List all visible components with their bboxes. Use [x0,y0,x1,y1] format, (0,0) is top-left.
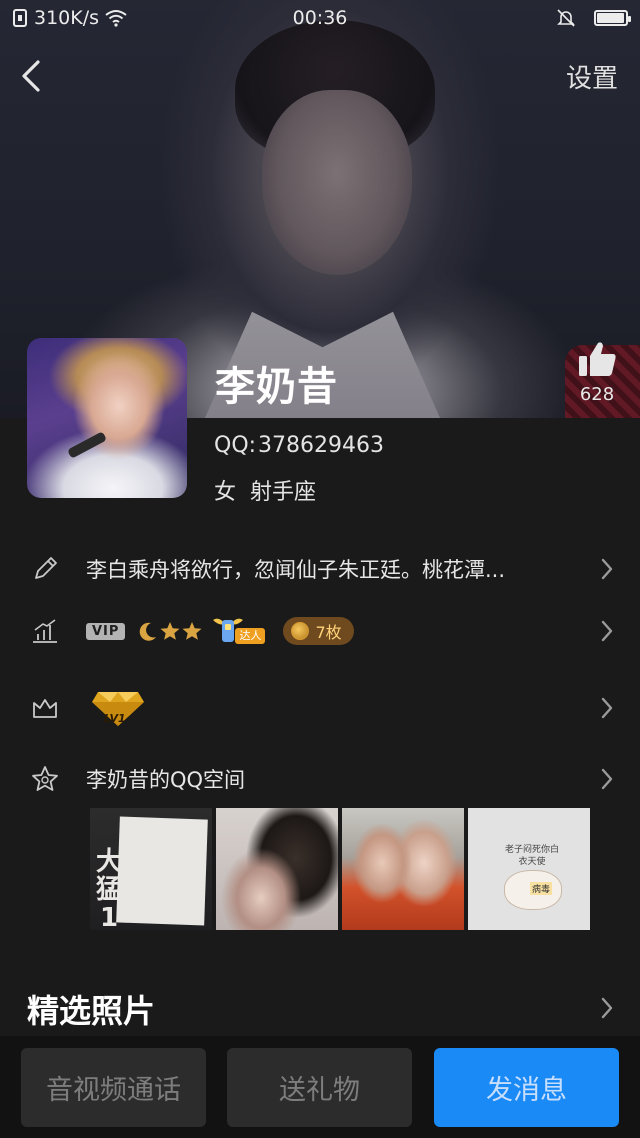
wifi-icon [105,10,127,27]
chevron-right-icon [601,558,613,580]
status-bar: 310K/s 00:36 [0,0,640,36]
qq-number-line: QQ:378629463 [214,433,384,458]
bottom-action-bar: 音视频通话 送礼物 发消息 [0,1036,640,1138]
photo-paper [116,816,208,926]
qzone-photo[interactable] [216,808,338,930]
gem-badge: LV1 [86,686,584,730]
pencil-icon [28,552,62,586]
signature-row[interactable]: 李白乘舟将欲行，忽闻仙子朱正廷。桃花潭... [0,539,640,599]
photo-text: 老子闷死你白衣天使 [504,845,559,867]
medal-coin-icon [291,622,310,640]
thumb-up-icon [579,342,616,376]
like-button[interactable]: 628 [572,340,622,405]
daren-badge: 达人 [211,614,275,648]
qzone-photos: 大猛1 老子闷死你白衣天使 病毒 [90,808,590,930]
signature-text: 李白乘舟将欲行，忽闻仙子朱正廷。桃花潭... [86,558,506,582]
chevron-right-icon [601,620,613,642]
qzone-photo[interactable]: 大猛1 [90,808,212,930]
featured-photos-title[interactable]: 精选照片 [27,986,155,1032]
level-badges: VIP 达人 7枚 [86,614,584,648]
chevron-right-icon [601,768,613,790]
battery-icon [594,10,631,26]
basic-info: 女射手座 [214,474,316,506]
level-row[interactable]: VIP 达人 7枚 [0,601,640,661]
gem-level-row[interactable]: LV1 [0,678,640,738]
battery-level [597,13,624,23]
gender: 女 [214,480,237,505]
network-speed: 310K/s [34,7,100,29]
photo-text: 大猛1 [95,847,122,930]
gem-level: LV1 [104,712,126,725]
profile-screen: 310K/s 00:36 设置 李奶昔 628 QQ:378629463 女射手… [0,0,640,1138]
call-button[interactable]: 音视频通话 [21,1048,206,1127]
moon-icon [140,622,157,641]
daren-label: 达人 [235,628,266,644]
chevron-right-icon[interactable] [600,996,614,1020]
mute-bell-icon [557,9,575,27]
crown-icon [28,691,62,725]
gift-button[interactable]: 送礼物 [227,1048,412,1127]
qzone-photo[interactable] [342,808,464,930]
avatar[interactable] [27,338,187,498]
back-button[interactable] [14,54,54,98]
qq-label: QQ: [214,433,257,458]
medal-pill: 7枚 [283,617,354,645]
star-icon [182,622,202,640]
chart-up-icon [28,614,62,648]
settings-button[interactable]: 设置 [566,58,618,95]
like-count: 628 [579,384,615,405]
medal-count: 7枚 [315,623,342,642]
star-icon [160,622,180,640]
profile-name: 李奶昔 [215,364,338,410]
photo-tag: 病毒 [530,882,553,895]
qzone-row[interactable]: 李奶昔的QQ空间 [0,749,640,809]
qzone-photo[interactable]: 老子闷死你白衣天使 病毒 [468,808,590,930]
qzone-label: 李奶昔的QQ空间 [86,768,246,792]
status-right [556,8,631,28]
message-button[interactable]: 发消息 [434,1048,619,1127]
vip-badge: VIP [86,622,126,640]
qq-number: 378629463 [258,433,385,458]
status-left: 310K/s [12,7,127,29]
chevron-right-icon [601,697,613,719]
avatar-microphone [66,431,108,459]
chevron-left-icon [22,60,40,92]
star-outline-icon [28,762,62,796]
zodiac: 射手座 [250,480,317,505]
sim-icon [13,9,27,27]
